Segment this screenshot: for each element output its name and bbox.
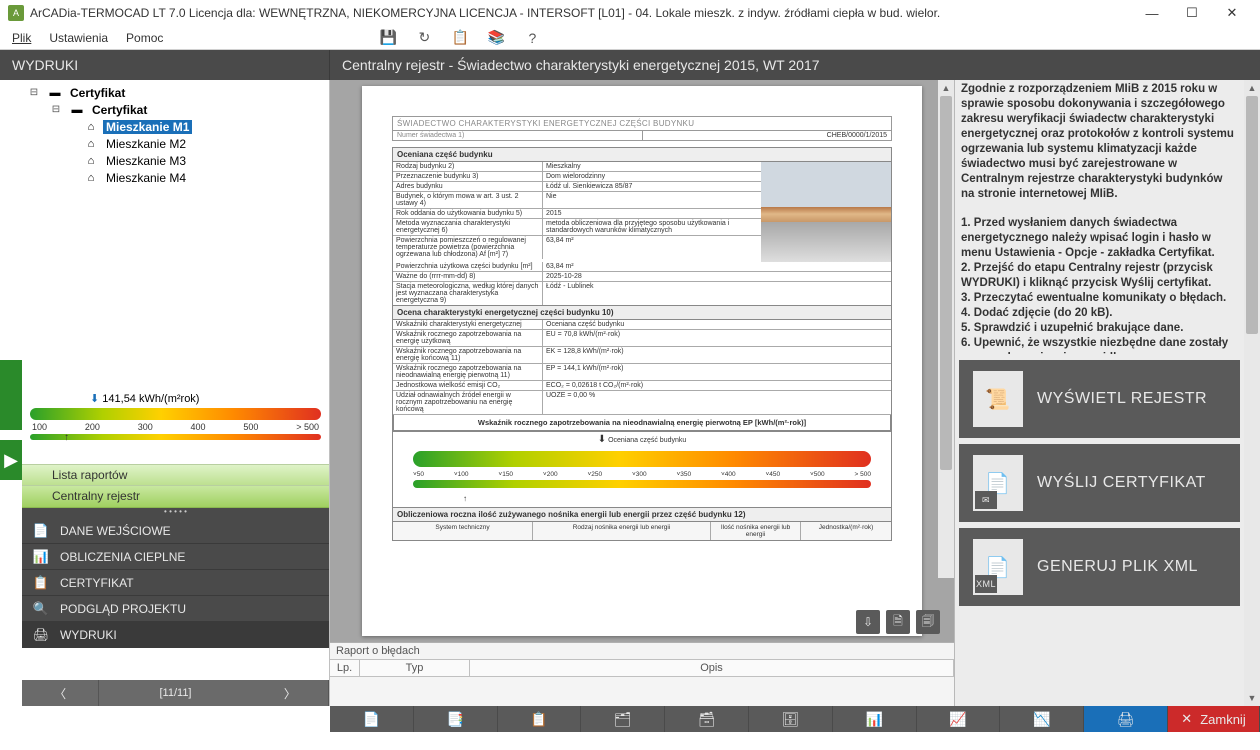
house-icon: ⌂	[84, 138, 98, 150]
left-panel-header: WYDRUKI	[0, 50, 330, 80]
clipboard-icon: 📋	[32, 575, 50, 591]
table-icon: 📊	[32, 549, 50, 565]
printer-icon: 🖨	[32, 627, 50, 643]
folder-icon: ▬	[70, 104, 84, 116]
gauge-value: 141,54 kWh/(m²rok)	[102, 393, 199, 405]
bottom-tool-6[interactable]: 🗄	[749, 706, 833, 732]
bottom-tool-7[interactable]: 📊	[833, 706, 917, 732]
send-certificate-button[interactable]: 📄✉ WYŚLIJ CERTYFIKAT	[959, 444, 1240, 522]
bottom-tool-2[interactable]: 📑	[414, 706, 498, 732]
tree-leaf-m4[interactable]: ⌂ Mieszkanie M4	[28, 169, 323, 186]
bottom-close-button[interactable]: ✕ Zamknij	[1168, 706, 1260, 732]
bottom-tool-5[interactable]: 🗃	[665, 706, 749, 732]
nav-project-preview[interactable]: 🔍PODGLĄD PROJEKTU	[22, 596, 329, 622]
page-prev-button[interactable]: 〈	[22, 680, 99, 706]
menu-help[interactable]: Pomoc	[126, 31, 163, 45]
nav-printouts[interactable]: 🖨WYDRUKI	[22, 622, 329, 648]
link-central-register[interactable]: Centralny rejestr	[22, 486, 329, 508]
app-logo: A	[8, 5, 24, 21]
book-icon[interactable]: 📚	[487, 29, 505, 47]
bottom-tool-4[interactable]: 🗂	[581, 706, 665, 732]
nav-thermal-calc[interactable]: 📊OBLICZENIA CIEPLNE	[22, 544, 329, 570]
send-doc-icon: 📄✉	[973, 455, 1023, 511]
window-title: ArCADia-TERMOCAD LT 7.0 Licencja dla: WE…	[30, 6, 1132, 20]
xml-doc-icon: 📄XML	[973, 539, 1023, 595]
bottom-tool-9[interactable]: 📉	[1000, 706, 1084, 732]
tree-leaf-m3[interactable]: ⌂ Mieszkanie M3	[28, 152, 323, 169]
save-icon[interactable]: 💾	[379, 29, 397, 47]
menu-file[interactable]: Plik	[12, 31, 31, 45]
register-doc-icon: 📜	[973, 371, 1023, 427]
maximize-button[interactable]: ☐	[1172, 0, 1212, 26]
envelope-icon: ✉	[975, 491, 997, 509]
tree-node-root[interactable]: ⊟ ▬ Certyfikat	[28, 84, 323, 101]
magnifier-icon: 🔍	[32, 601, 50, 617]
folder-icon: ▬	[48, 87, 62, 99]
bottom-tool-8[interactable]: 📈	[917, 706, 1001, 732]
help-icon[interactable]: ?	[523, 29, 541, 47]
energy-gauge: ⬇ 141,54 kWh/(m²rok) 100200300 400500> 5…	[22, 390, 329, 464]
preview-scrollbar[interactable]: ▲	[938, 80, 954, 578]
refresh-icon[interactable]: ↻	[415, 29, 433, 47]
info-text: Zgodnie z rozporządzeniem MIiB z 2015 ro…	[959, 82, 1240, 354]
tree-leaf-m2[interactable]: ⌂ Mieszkanie M2	[28, 135, 323, 152]
minimize-button[interactable]: —	[1132, 0, 1172, 26]
house-icon: ⌂	[84, 155, 98, 167]
nav-input-data[interactable]: 📄DANE WEJŚCIOWE	[22, 518, 329, 544]
bottom-print-button[interactable]: 🖨	[1084, 706, 1168, 732]
report-tree[interactable]: ⊟ ▬ Certyfikat ⊟ ▬ Certyfikat ⌂ Mieszkan…	[22, 80, 329, 390]
info-scrollbar[interactable]: ▲ ▼	[1244, 80, 1260, 706]
gauge-pointer-icon: ⬇	[90, 393, 99, 405]
bottom-tool-1[interactable]: 📄	[330, 706, 414, 732]
nav-certificate[interactable]: 📋CERTYFIKAT	[22, 570, 329, 596]
generate-xml-button[interactable]: 📄XML GENERUJ PLIK XML	[959, 528, 1240, 606]
page-next-button[interactable]: 〉	[252, 680, 329, 706]
link-report-list[interactable]: Lista raportów	[22, 464, 329, 486]
view-register-button[interactable]: 📜 WYŚWIETL REJESTR	[959, 360, 1240, 438]
clipboard-icon[interactable]: 📋	[451, 29, 469, 47]
house-icon: ⌂	[84, 121, 98, 133]
side-handle[interactable]: ▶	[0, 80, 22, 706]
tree-leaf-m1[interactable]: ⌂ Mieszkanie M1	[28, 118, 323, 135]
expand-arrow-icon[interactable]: ▶	[0, 440, 22, 480]
right-panel-header: Centralny rejestr - Świadectwo charakter…	[330, 50, 1260, 80]
page-indicator: [11/11]	[99, 687, 252, 699]
resize-grip[interactable]: • • • • •	[22, 508, 329, 518]
export-icon-2[interactable]: 🗎	[886, 610, 910, 634]
menu-settings[interactable]: Ustawienia	[49, 31, 108, 45]
house-icon: ⌂	[84, 172, 98, 184]
export-icon-3[interactable]: 🗐	[916, 610, 940, 634]
bottom-tool-3[interactable]: 📋	[498, 706, 582, 732]
close-button[interactable]: ✕	[1212, 0, 1252, 26]
error-report-panel: Raport o błędach Lp. Typ Opis	[330, 642, 954, 706]
building-photo	[761, 162, 891, 262]
document-icon: 📄	[32, 523, 50, 539]
tree-node-child[interactable]: ⊟ ▬ Certyfikat	[28, 101, 323, 118]
document-preview: ŚWIADECTWO CHARAKTERYSTYKI ENERGETYCZNEJ…	[362, 86, 922, 636]
export-icon-1[interactable]: ⇩	[856, 610, 880, 634]
